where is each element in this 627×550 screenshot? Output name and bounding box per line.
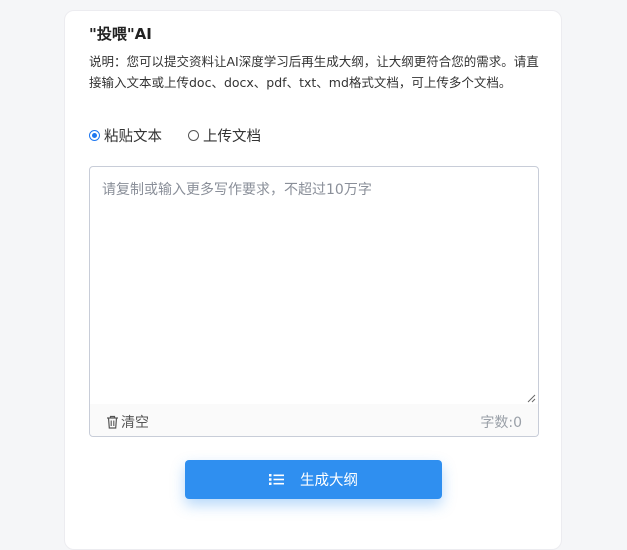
resize-grip-icon[interactable]: [526, 393, 536, 403]
requirements-editor: 清空 字数:0: [89, 166, 539, 437]
input-mode-radio-group: 粘贴文本 上传文档: [89, 125, 287, 146]
radio-unchecked-indicator[interactable]: [188, 130, 199, 141]
panel-title: "投喂"AI: [89, 25, 152, 43]
radio-upload-document[interactable]: 上传文档: [188, 125, 261, 146]
clear-button[interactable]: 清空: [106, 412, 149, 432]
radio-paste-text-label: 粘贴文本: [104, 129, 162, 145]
radio-paste-text[interactable]: 粘贴文本: [89, 125, 162, 146]
generate-outline-label: 生成大纲: [300, 473, 358, 489]
clear-button-label: 清空: [121, 415, 149, 431]
radio-upload-document-label: 上传文档: [203, 129, 261, 145]
editor-footer: 清空 字数:0: [90, 404, 538, 436]
list-icon: [269, 473, 284, 486]
radio-checked-indicator[interactable]: [89, 130, 100, 141]
feed-ai-panel: "投喂"AI 说明：您可以提交资料让AI深度学习后再生成大纲，让大纲更符合您的需…: [64, 10, 562, 550]
panel-description: 说明：您可以提交资料让AI深度学习后再生成大纲，让大纲更符合您的需求。请直接输入…: [89, 54, 539, 90]
trash-icon: [106, 415, 119, 429]
character-count: 字数:0: [480, 415, 522, 431]
generate-outline-button[interactable]: 生成大纲: [185, 460, 442, 499]
requirements-textarea[interactable]: [90, 167, 538, 405]
